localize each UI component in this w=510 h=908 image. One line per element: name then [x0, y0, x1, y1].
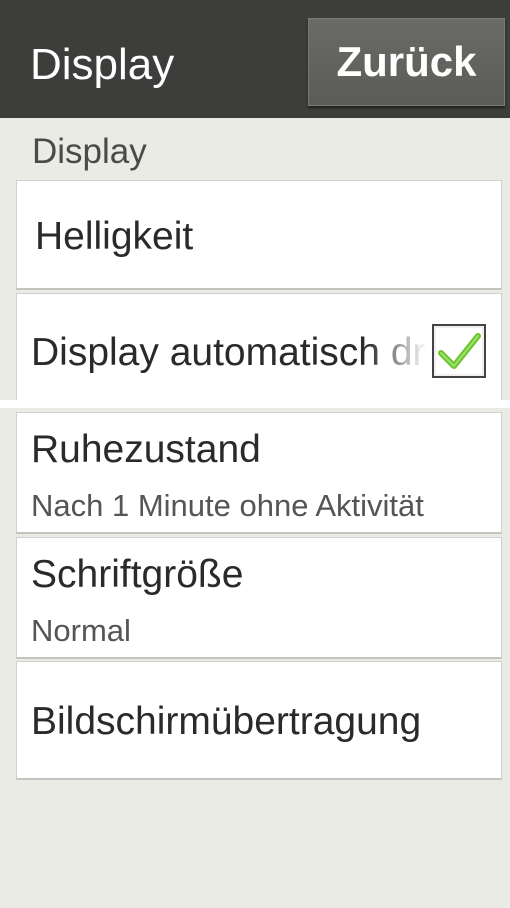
auto-rotate-checkbox[interactable] — [432, 324, 486, 378]
setting-title: Schriftgröße — [31, 553, 244, 596]
setting-summary: Nach 1 Minute ohne Aktivität — [31, 488, 424, 523]
setting-summary: Normal — [31, 613, 131, 648]
checkmark-icon — [438, 333, 481, 369]
setting-screen-mirroring[interactable]: Bildschirmübertragung — [16, 661, 502, 780]
page-title: Display — [30, 40, 175, 89]
text-fade — [447, 413, 501, 532]
setting-title: Ruhezustand — [31, 428, 261, 471]
setting-auto-rotate[interactable]: Display automatisch drehen — [16, 293, 502, 405]
setting-brightness[interactable]: Helligkeit — [16, 180, 502, 290]
back-button[interactable]: Zurück — [308, 18, 505, 106]
setting-font-size[interactable]: Schriftgröße Normal — [16, 537, 502, 659]
text-fade — [367, 294, 427, 403]
text-fade — [447, 662, 501, 778]
divider — [0, 400, 510, 408]
action-bar: Display Zurück — [0, 0, 510, 118]
setting-title: Bildschirmübertragung — [31, 700, 422, 743]
setting-title: Helligkeit — [35, 215, 194, 258]
setting-sleep[interactable]: Ruhezustand Nach 1 Minute ohne Aktivität — [16, 412, 502, 534]
section-header: Display — [32, 132, 147, 171]
